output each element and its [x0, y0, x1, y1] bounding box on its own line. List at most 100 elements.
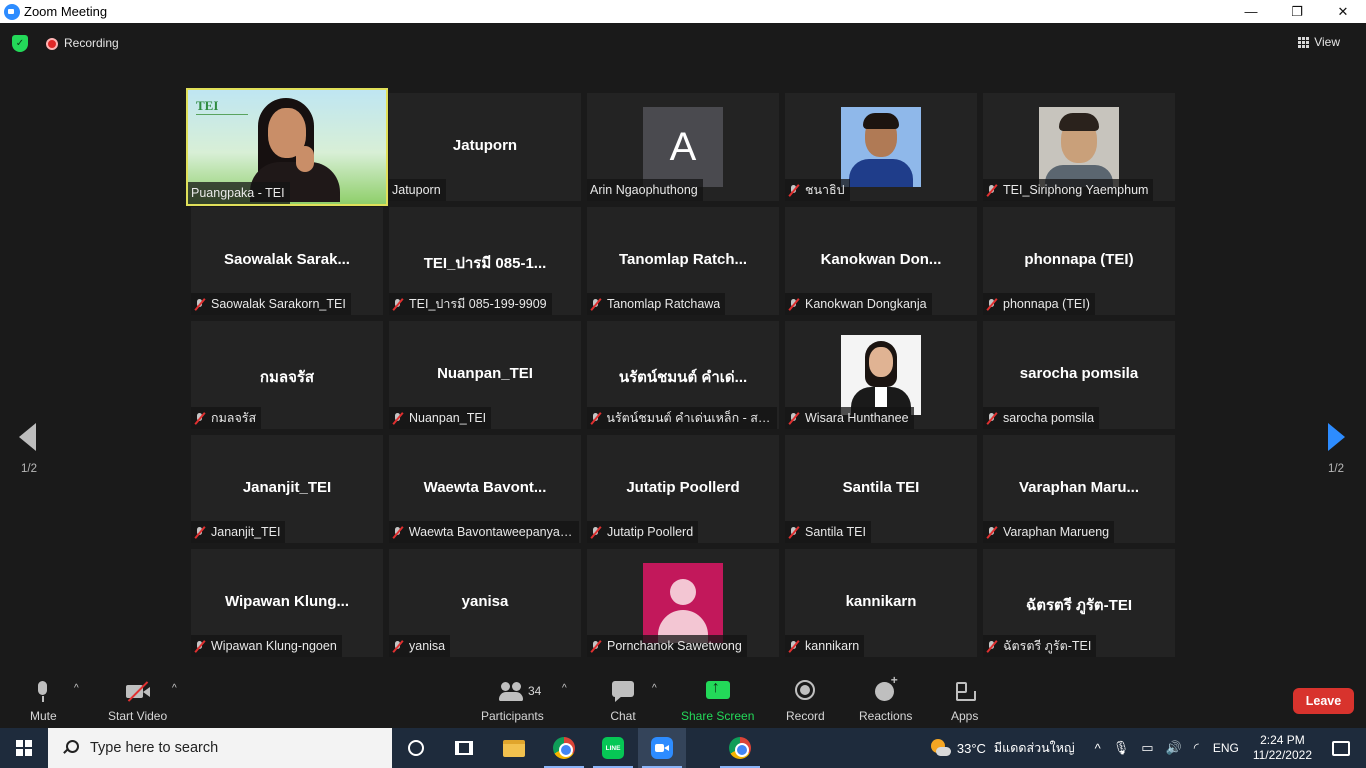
muted-mic-icon	[788, 526, 799, 539]
recording-label: Recording	[64, 36, 119, 50]
chrome-taskbar-button-2[interactable]	[716, 728, 764, 768]
participant-tile[interactable]: ฉัตรตรี ภูรัต-TEI ฉัตรตรี ภูรัต-TEI	[983, 549, 1175, 657]
participant-tile[interactable]: Saowalak Sarak... Saowalak Sarakorn_TEI	[191, 207, 383, 315]
muted-mic-icon	[194, 640, 205, 653]
view-button[interactable]: View	[1298, 35, 1340, 49]
weather-icon[interactable]	[929, 737, 951, 759]
weather-text[interactable]: มีแดดส่วนใหญ่	[994, 738, 1075, 758]
minimize-button[interactable]: —	[1228, 0, 1274, 23]
windows-taskbar: Type here to search LINE 33°C มีแดดส่วนใ…	[0, 728, 1366, 768]
muted-mic-icon	[788, 640, 799, 653]
participant-tile[interactable]: นรัตน์ชมนต์ คำเด่... นรัตน์ชมนต์ คำเด่นเห…	[587, 321, 779, 429]
file-explorer-button[interactable]	[490, 728, 538, 768]
participant-name: TEI_Siriphong Yaemphum	[1003, 183, 1149, 197]
participant-tile[interactable]: TEI Puangpaka - TEI	[186, 88, 388, 206]
participant-name: Wipawan Klung-ngoen	[211, 639, 337, 653]
participant-tile[interactable]: Waewta Bavont... Waewta Bavontaweepanya_.…	[389, 435, 581, 543]
profile-photo	[1039, 107, 1119, 187]
taskbar-clock[interactable]: 2:24 PM 11/22/2022	[1253, 733, 1312, 763]
audio-options-caret[interactable]: ^	[74, 683, 79, 694]
participant-tile[interactable]: Wisara Hunthanee	[785, 321, 977, 429]
participant-tile[interactable]: TEI_ปารมี 085-1... TEI_ปารมี 085-199-9909	[389, 207, 581, 315]
next-page-button[interactable]: 1/2	[1306, 393, 1366, 493]
grid-view-icon	[1298, 36, 1310, 48]
tray-overflow-chevron-icon[interactable]: ^	[1095, 741, 1101, 756]
chrome-taskbar-button[interactable]	[540, 728, 588, 768]
mute-button[interactable]: Mute	[30, 679, 57, 725]
clock-date: 11/22/2022	[1252, 748, 1312, 762]
participant-tile[interactable]: Pornchanok Sawetwong	[587, 549, 779, 657]
input-language[interactable]: ENG	[1213, 741, 1239, 755]
record-button[interactable]: Record	[786, 679, 825, 725]
muted-mic-icon	[788, 184, 799, 197]
volume-icon[interactable]: 🔊	[1166, 740, 1182, 756]
participant-display-name: Santila TEI	[842, 479, 920, 496]
gallery-view: 1/2 1/2 TEI Puangpaka - TEI Jatuporn Jatupo…	[0, 63, 1366, 675]
participant-name-label: กมลจรัส	[191, 407, 262, 429]
participant-tile[interactable]: Jatuporn Jatuporn	[389, 93, 581, 201]
participant-tile[interactable]: Kanokwan Don... Kanokwan Dongkanja	[785, 207, 977, 315]
notification-center-icon[interactable]	[1332, 740, 1350, 756]
participant-display-name: Varaphan Maru...	[1018, 479, 1140, 496]
participant-name-label: TEI_ปารมี 085-199-9909	[389, 293, 552, 315]
participant-display-name: Tanomlap Ratch...	[618, 251, 748, 268]
muted-mic-icon	[590, 412, 600, 425]
video-options-caret[interactable]: ^	[172, 683, 177, 694]
participant-tile[interactable]: TEI_Siriphong Yaemphum	[983, 93, 1175, 201]
wifi-icon[interactable]: ◜	[1194, 740, 1199, 756]
start-video-button[interactable]: Start Video	[108, 679, 167, 725]
cortana-button[interactable]	[392, 728, 440, 768]
line-taskbar-button[interactable]: LINE	[589, 728, 637, 768]
start-video-label: Start Video	[108, 709, 168, 723]
previous-page-button[interactable]: 1/2	[0, 393, 60, 493]
zoom-taskbar-button[interactable]	[638, 728, 686, 768]
participant-tile[interactable]: กมลจรัส กมลจรัส	[191, 321, 383, 429]
battery-icon[interactable]: ▭	[1141, 740, 1153, 756]
muted-mic-icon	[392, 298, 403, 311]
participant-display-name: ฉัตรตรี ภูรัต-TEI	[1026, 597, 1132, 614]
maximize-button[interactable]: ❐	[1274, 0, 1320, 23]
participant-tile[interactable]: Nuanpan_TEI Nuanpan_TEI	[389, 321, 581, 429]
participant-tile[interactable]: kannikarn kannikarn	[785, 549, 977, 657]
share-screen-icon	[705, 679, 731, 703]
participants-options-caret[interactable]: ^	[562, 683, 567, 694]
cortana-icon	[408, 740, 424, 756]
taskbar-search-box[interactable]: Type here to search	[48, 728, 392, 768]
participant-tile[interactable]: Wipawan Klung... Wipawan Klung-ngoen	[191, 549, 383, 657]
muted-mic-icon	[986, 640, 997, 653]
search-icon	[62, 740, 79, 756]
chat-options-caret[interactable]: ^	[652, 683, 657, 694]
page-indicator-left: 1/2	[21, 463, 37, 475]
start-button[interactable]	[0, 728, 48, 768]
participant-name-label: Pornchanok Sawetwong	[587, 635, 747, 657]
participant-name-label: Jatuporn	[389, 179, 446, 201]
share-screen-button[interactable]: Share Screen	[681, 679, 754, 725]
leave-button[interactable]: Leave	[1293, 688, 1354, 714]
participant-display-name: Jutatip Poollerd	[626, 479, 740, 496]
participant-tile[interactable]: phonnapa (TEI) phonnapa (TEI)	[983, 207, 1175, 315]
apps-button[interactable]: Apps	[951, 679, 978, 725]
participant-name: ชนาธิป	[805, 183, 845, 197]
participant-tile[interactable]: ชนาธิป	[785, 93, 977, 201]
participant-display-name: Jananjit_TEI	[242, 479, 332, 496]
line-app-icon: LINE	[602, 737, 624, 759]
temperature[interactable]: 33°C	[957, 741, 986, 756]
participant-tile[interactable]: A Arin Ngaophuthong	[587, 93, 779, 201]
participant-tile[interactable]: Santila TEI Santila TEI	[785, 435, 977, 543]
apps-icon	[952, 679, 978, 703]
close-button[interactable]: ✕	[1320, 0, 1366, 23]
participant-display-name: sarocha pomsila	[1019, 365, 1139, 382]
reactions-button[interactable]: Reactions	[859, 673, 912, 725]
security-shield-icon[interactable]: ✓	[12, 35, 28, 52]
muted-mic-icon	[194, 412, 205, 425]
participant-tile[interactable]: Jananjit_TEI Jananjit_TEI	[191, 435, 383, 543]
chat-button[interactable]: Chat	[610, 679, 636, 725]
participant-tile[interactable]: sarocha pomsila sarocha pomsila	[983, 321, 1175, 429]
participant-tile[interactable]: Jutatip Poollerd Jutatip Poollerd	[587, 435, 779, 543]
task-view-button[interactable]	[440, 728, 488, 768]
participant-tile[interactable]: Tanomlap Ratch... Tanomlap Ratchawa	[587, 207, 779, 315]
participant-name: Jatuporn	[392, 183, 441, 197]
microphone-tray-icon[interactable]: 🎙	[1113, 740, 1130, 756]
participant-tile[interactable]: yanisa yanisa	[389, 549, 581, 657]
participant-tile[interactable]: Varaphan Maru... Varaphan Marueng	[983, 435, 1175, 543]
